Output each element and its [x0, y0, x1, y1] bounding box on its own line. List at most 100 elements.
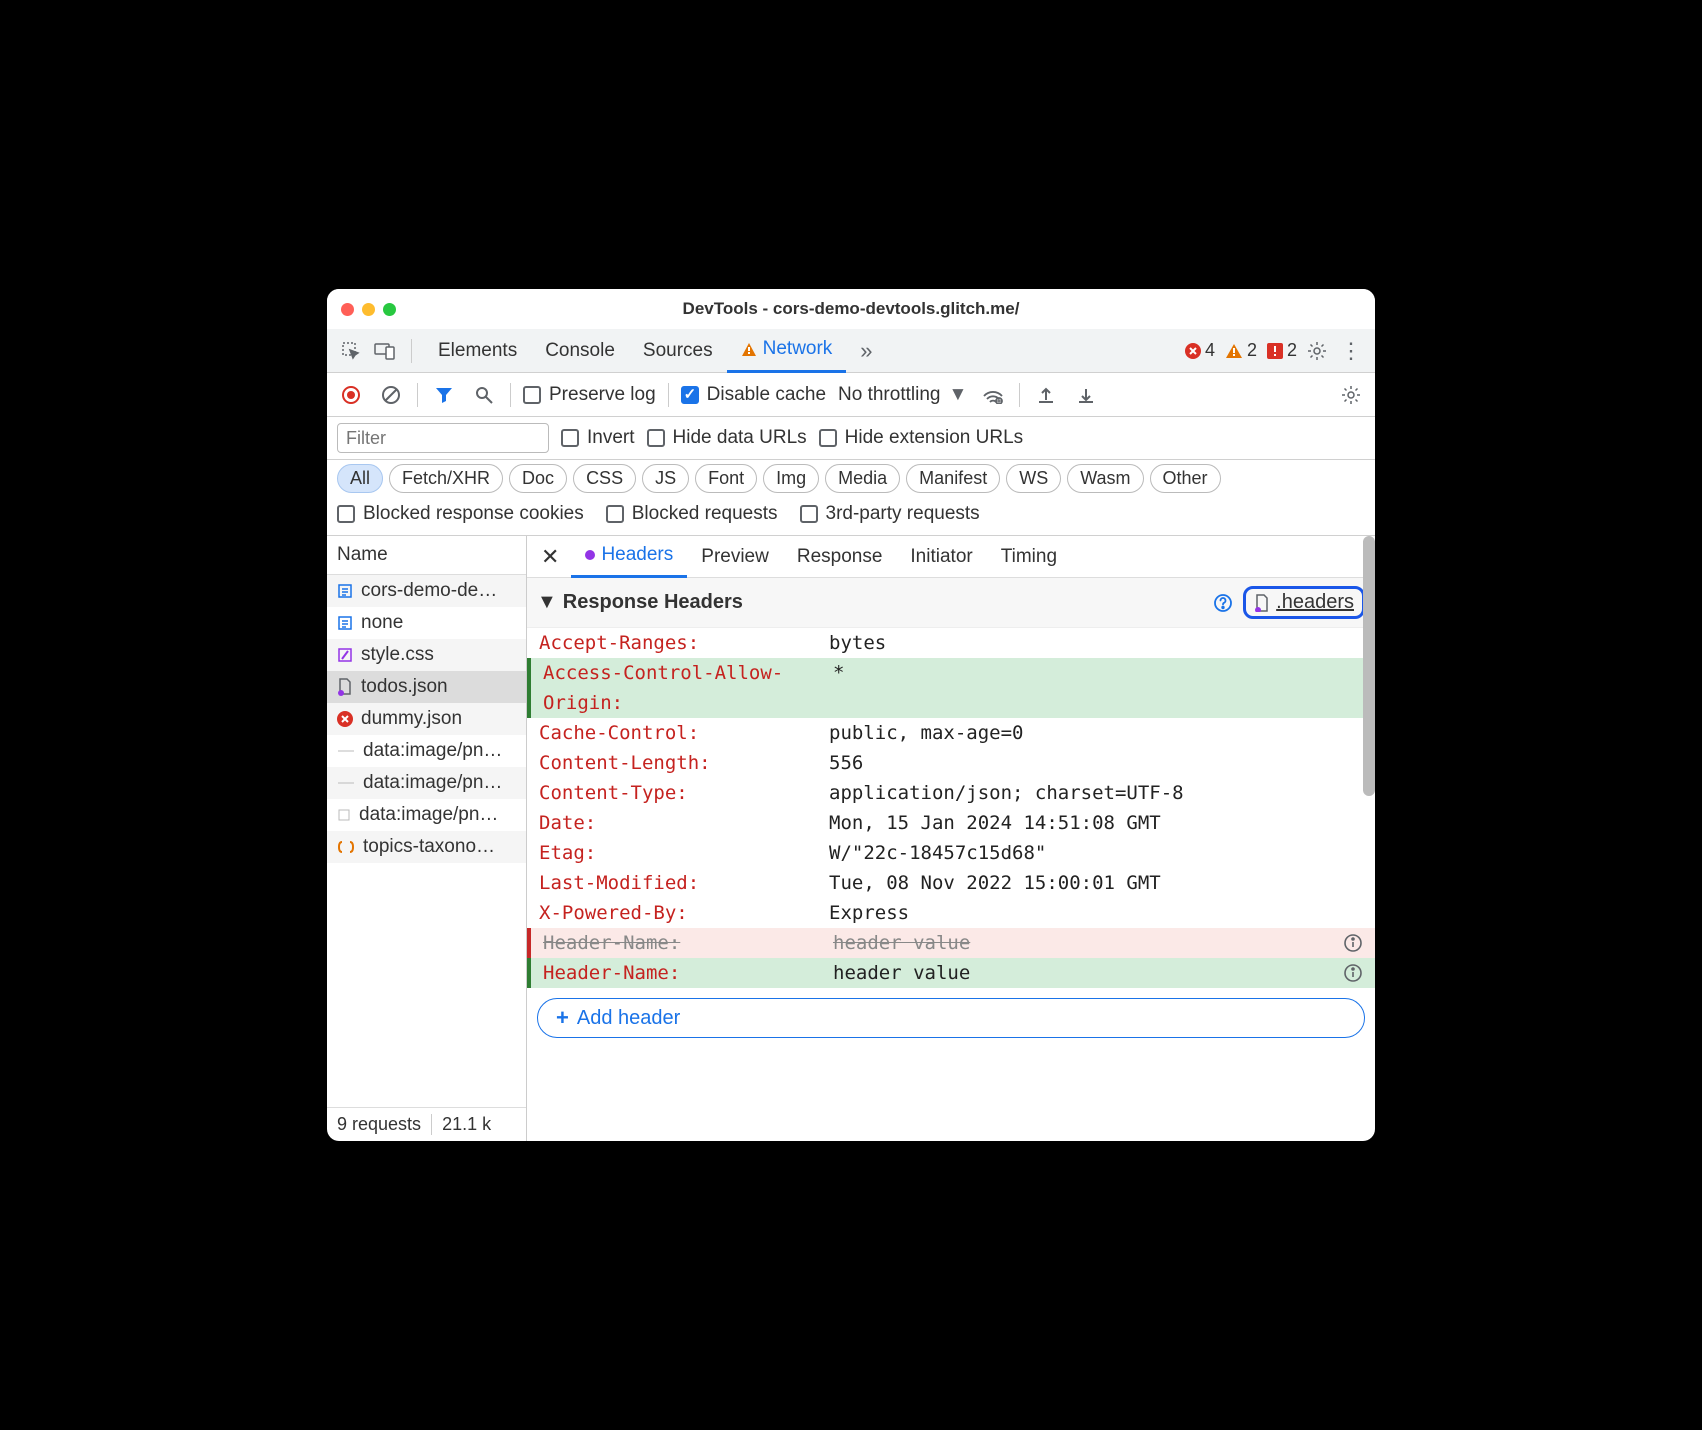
- request-row[interactable]: style.css: [327, 639, 526, 671]
- content-pane: Name cors-demo-de… nonestyle.css todos.jso…: [327, 536, 1375, 1141]
- close-window-button[interactable]: [341, 303, 354, 316]
- tab-elements[interactable]: Elements: [424, 329, 531, 373]
- tab-network[interactable]: Network: [727, 329, 847, 373]
- header-row: Date:Mon, 15 Jan 2024 14:51:08 GMT: [527, 808, 1375, 838]
- response-headers-section[interactable]: ▼ Response Headers .headers: [527, 578, 1375, 628]
- tab-console[interactable]: Console: [531, 329, 629, 373]
- blocked-cookies-checkbox[interactable]: Blocked response cookies: [337, 503, 584, 525]
- type-filter-font[interactable]: Font: [695, 464, 757, 493]
- filter-toggle-icon[interactable]: [430, 381, 458, 409]
- request-type-icon: [337, 583, 353, 599]
- issue-icon: [1267, 343, 1283, 359]
- request-row[interactable]: dummy.json: [327, 703, 526, 735]
- type-filter-other[interactable]: Other: [1150, 464, 1221, 493]
- network-conditions-icon[interactable]: [979, 381, 1007, 409]
- info-icon[interactable]: [1343, 963, 1363, 983]
- type-filter-img[interactable]: Img: [763, 464, 819, 493]
- request-name: cors-demo-de…: [361, 580, 497, 602]
- type-filter-manifest[interactable]: Manifest: [906, 464, 1000, 493]
- request-row[interactable]: data:image/pn…: [327, 735, 526, 767]
- error-icon: [1185, 343, 1201, 359]
- header-row: Accept-Ranges:bytes: [527, 628, 1375, 658]
- warning-icon: [1225, 343, 1243, 359]
- settings-icon[interactable]: [1303, 337, 1331, 365]
- header-value: Express: [829, 902, 909, 924]
- hide-data-urls-checkbox[interactable]: Hide data URLs: [647, 427, 807, 449]
- record-button[interactable]: [337, 381, 365, 409]
- titlebar: DevTools - cors-demo-devtools.glitch.me/: [327, 289, 1375, 329]
- device-toggle-icon[interactable]: [371, 337, 399, 365]
- info-icon[interactable]: [1343, 933, 1363, 953]
- header-value: *: [833, 662, 844, 684]
- search-icon[interactable]: [470, 381, 498, 409]
- blocked-requests-checkbox[interactable]: Blocked requests: [606, 503, 778, 525]
- filter-input[interactable]: [337, 423, 549, 453]
- disable-cache-checkbox[interactable]: Disable cache: [681, 384, 826, 406]
- header-value: Mon, 15 Jan 2024 14:51:08 GMT: [829, 812, 1161, 834]
- type-filter-css[interactable]: CSS: [573, 464, 636, 493]
- add-header-button[interactable]: + Add header: [537, 998, 1365, 1038]
- detail-pane: ✕ HeadersPreviewResponseInitiatorTiming …: [527, 536, 1375, 1141]
- type-filter-js[interactable]: JS: [642, 464, 689, 493]
- clear-button[interactable]: [377, 381, 405, 409]
- checkbox-icon: [523, 386, 541, 404]
- status-indicators: 4 2 2: [1185, 340, 1297, 361]
- detail-tab-timing[interactable]: Timing: [987, 536, 1071, 578]
- request-row[interactable]: none: [327, 607, 526, 639]
- request-name: topics-taxono…: [363, 836, 495, 858]
- network-settings-icon[interactable]: [1337, 381, 1365, 409]
- options-row: Blocked response cookies Blocked request…: [327, 497, 1375, 536]
- detail-tab-initiator[interactable]: Initiator: [896, 536, 986, 578]
- header-value: W/"22c-18457c15d68": [829, 842, 1046, 864]
- throttling-select[interactable]: No throttling ▼: [838, 384, 967, 406]
- request-row[interactable]: cors-demo-de…: [327, 575, 526, 607]
- header-key: Header-Name:: [543, 962, 833, 984]
- request-row[interactable]: data:image/pn…: [327, 799, 526, 831]
- invert-checkbox[interactable]: Invert: [561, 427, 635, 449]
- request-name: todos.json: [361, 676, 448, 698]
- type-filter-all[interactable]: All: [337, 464, 383, 493]
- request-type-icon: [337, 678, 353, 696]
- hide-extension-urls-checkbox[interactable]: Hide extension URLs: [819, 427, 1023, 449]
- headers-file-link[interactable]: .headers: [1243, 586, 1365, 619]
- scrollbar[interactable]: [1363, 536, 1375, 796]
- request-row[interactable]: topics-taxono…: [327, 831, 526, 863]
- close-detail-icon[interactable]: ✕: [533, 544, 567, 570]
- divider: [411, 339, 412, 363]
- type-filter-ws[interactable]: WS: [1006, 464, 1061, 493]
- maximize-window-button[interactable]: [383, 303, 396, 316]
- tab-sources[interactable]: Sources: [629, 329, 727, 373]
- checkbox-icon: [337, 505, 355, 523]
- header-row: Content-Type:application/json; charset=U…: [527, 778, 1375, 808]
- request-count: 9 requests: [337, 1114, 421, 1135]
- help-icon[interactable]: [1213, 593, 1233, 613]
- type-filter-media[interactable]: Media: [825, 464, 900, 493]
- third-party-checkbox[interactable]: 3rd-party requests: [800, 503, 980, 525]
- minimize-window-button[interactable]: [362, 303, 375, 316]
- header-key: Origin:: [543, 692, 833, 714]
- type-filter-wasm[interactable]: Wasm: [1067, 464, 1143, 493]
- detail-tab-preview[interactable]: Preview: [687, 536, 783, 578]
- request-row[interactable]: todos.json: [327, 671, 526, 703]
- request-name: dummy.json: [361, 708, 462, 730]
- preserve-log-checkbox[interactable]: Preserve log: [523, 384, 656, 406]
- detail-tab-headers[interactable]: Headers: [571, 536, 687, 578]
- issue-count[interactable]: 2: [1267, 340, 1297, 361]
- header-value: application/json; charset=UTF-8: [829, 782, 1184, 804]
- inspect-icon[interactable]: [337, 337, 365, 365]
- detail-tab-response[interactable]: Response: [783, 536, 897, 578]
- type-filter-fetchxhr[interactable]: Fetch/XHR: [389, 464, 503, 493]
- request-row[interactable]: data:image/pn…: [327, 767, 526, 799]
- chevron-down-icon: ▼: [948, 384, 967, 406]
- sidebar-footer: 9 requests 21.1 k: [327, 1107, 526, 1141]
- error-count[interactable]: 4: [1185, 340, 1215, 361]
- warning-count[interactable]: 2: [1225, 340, 1257, 361]
- type-filter-doc[interactable]: Doc: [509, 464, 567, 493]
- kebab-menu-icon[interactable]: ⋮: [1337, 337, 1365, 365]
- download-har-icon[interactable]: [1072, 381, 1100, 409]
- upload-har-icon[interactable]: [1032, 381, 1060, 409]
- sidebar-header: Name: [327, 536, 526, 575]
- override-dot-icon: [585, 550, 595, 560]
- header-key: Access-Control-Allow-: [543, 662, 833, 684]
- more-tabs-icon[interactable]: »: [852, 337, 880, 365]
